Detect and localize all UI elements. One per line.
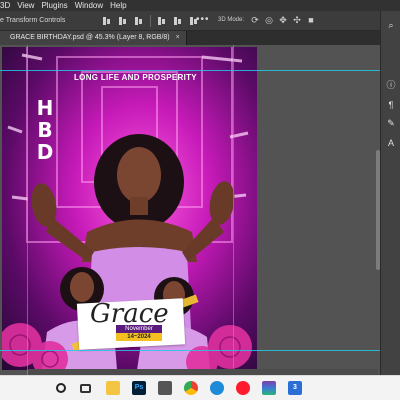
search-icon[interactable] <box>56 383 66 393</box>
document-tab-bar: GRACE BIRTHDAY.psd @ 45.3% (Layer 8, RGB… <box>0 31 380 45</box>
hbd-letter-h: H <box>36 96 54 120</box>
guide-horizontal-top[interactable] <box>0 70 380 71</box>
align-center-icon[interactable] <box>118 15 128 27</box>
hbd-vertical-text: H B D <box>36 97 54 163</box>
info-icon[interactable]: ⓘ <box>385 79 397 91</box>
3d-mode-label: 3D Mode: <box>218 17 245 23</box>
poster-month: November <box>116 325 162 333</box>
canvas-area[interactable]: LONG LIFE AND PROSPERITY H B D Grace Nov… <box>0 45 380 375</box>
poster-date: 14~2024 <box>116 333 162 341</box>
windows-taskbar: Ps 3 <box>0 375 400 400</box>
menu-view[interactable]: View <box>17 0 34 11</box>
align-top-icon[interactable] <box>157 15 167 27</box>
search-icon[interactable]: ⌕ <box>385 19 397 31</box>
3d-scale-icon[interactable]: ■ <box>306 15 316 25</box>
menu-3d[interactable]: 3D <box>0 0 10 11</box>
opera-icon[interactable] <box>236 381 250 395</box>
options-bar: e Transform Controls ••• 3D Mode: ⟳ ◎ ✥ … <box>0 11 400 31</box>
3-icon[interactable]: 3 <box>288 381 302 395</box>
menu-bar: 3D View Plugins Window Help <box>0 0 400 11</box>
file-explorer-icon[interactable] <box>106 381 120 395</box>
guide-horizontal-bottom[interactable] <box>0 350 380 351</box>
align-tools <box>102 15 199 27</box>
align-middle-icon[interactable] <box>173 15 183 27</box>
3d-rotate-icon[interactable]: ⟳ <box>250 15 260 25</box>
poster-headline: LONG LIFE AND PROSPERITY <box>74 73 197 82</box>
menu-plugins[interactable]: Plugins <box>41 0 67 11</box>
edge-icon[interactable] <box>210 381 224 395</box>
divider <box>150 15 151 27</box>
close-tab-icon[interactable]: × <box>176 31 180 45</box>
right-panel-strip: ⌕ ⓘ ¶ ✎ A <box>380 11 400 375</box>
document-tab-title: GRACE BIRTHDAY.psd @ 45.3% (Layer 8, RGB… <box>10 34 170 41</box>
hbd-letter-b: B <box>37 118 53 142</box>
photoshop-icon[interactable]: Ps <box>132 381 146 395</box>
guide-vertical-right[interactable] <box>233 45 234 375</box>
winrar-icon[interactable] <box>262 381 276 395</box>
brush-icon[interactable]: ✎ <box>385 117 397 129</box>
printer-icon[interactable] <box>158 381 172 395</box>
more-options-button[interactable]: ••• <box>196 14 210 25</box>
document-tab[interactable]: GRACE BIRTHDAY.psd @ 45.3% (Layer 8, RGB… <box>0 31 187 45</box>
menu-help[interactable]: Help <box>110 0 126 11</box>
transform-controls-label[interactable]: e Transform Controls <box>0 17 65 24</box>
chrome-icon[interactable] <box>184 381 198 395</box>
character-icon[interactable]: A <box>385 137 397 149</box>
align-right-icon[interactable] <box>134 15 144 27</box>
3d-slide-icon[interactable]: ✣ <box>292 15 302 25</box>
guide-vertical-left[interactable] <box>27 45 28 375</box>
3d-roll-icon[interactable]: ◎ <box>264 15 274 25</box>
align-left-icon[interactable] <box>102 15 112 27</box>
menu-window[interactable]: Window <box>75 0 103 11</box>
3d-pan-icon[interactable]: ✥ <box>278 15 288 25</box>
hbd-letter-d: D <box>36 140 54 164</box>
task-view-icon[interactable] <box>80 384 91 393</box>
paragraph-icon[interactable]: ¶ <box>385 99 397 111</box>
poster-artboard[interactable]: LONG LIFE AND PROSPERITY H B D Grace Nov… <box>2 47 257 370</box>
